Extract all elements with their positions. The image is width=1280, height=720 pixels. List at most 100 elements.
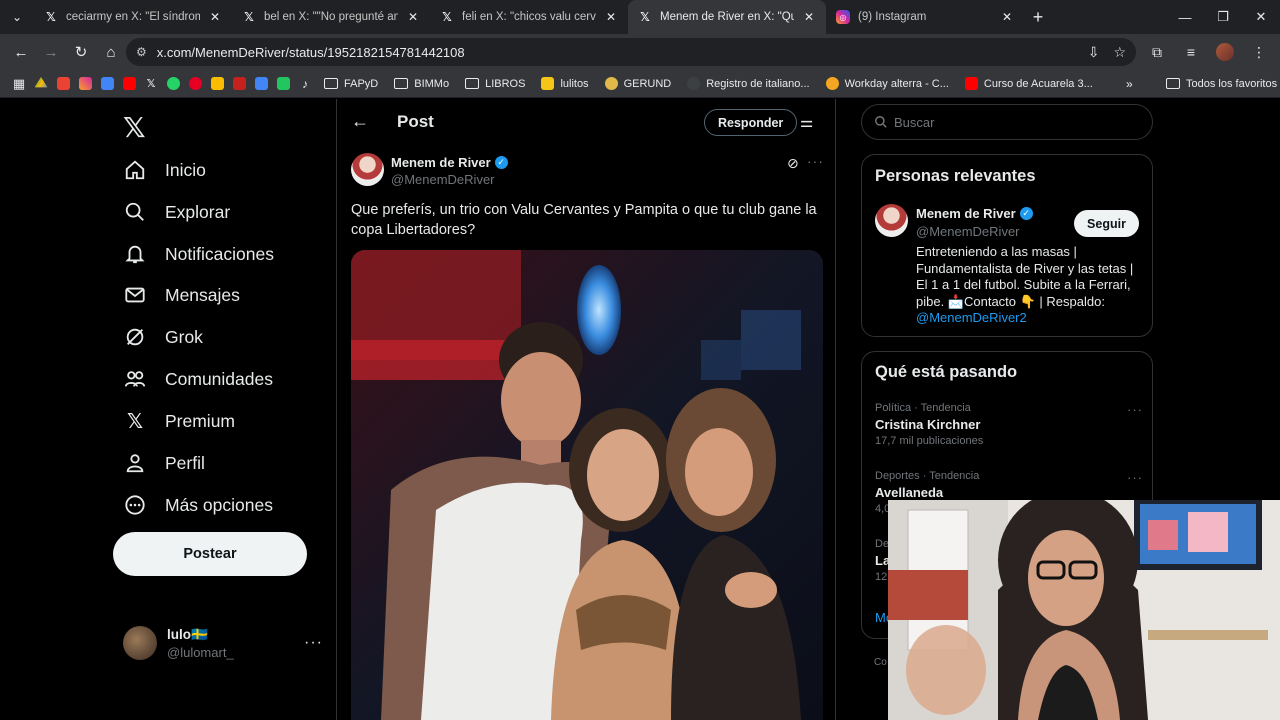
bookmark-folder-fapyd[interactable]: FAPyD — [316, 78, 386, 90]
trend-name: Cristina Kirchner — [875, 417, 981, 432]
back-arrow-icon[interactable]: ← — [351, 111, 369, 132]
sliders-icon[interactable]: ⚌ — [800, 113, 813, 131]
bookmark-label: BIMMo — [414, 77, 450, 90]
account-switcher[interactable]: lulo🇸🇪 @lulomart_ ··· — [123, 621, 323, 665]
nav-item-notificaciones[interactable]: Notificaciones — [123, 234, 274, 274]
post-header: ← Post Responder ⚌ — [337, 99, 835, 147]
all-bookmarks-folder[interactable]: Todos los favoritos — [1166, 78, 1277, 90]
nav-item-comunidades[interactable]: Comunidades — [123, 359, 273, 399]
close-tab-icon[interactable]: ✕ — [406, 10, 420, 24]
whatsapp-bookmark-icon[interactable] — [162, 73, 184, 95]
bookmark-registro[interactable]: Registro de italiano... — [679, 77, 817, 90]
bookmark-label: Curso de Acuarela 3... — [983, 77, 1093, 90]
relevant-avatar[interactable] — [875, 204, 908, 237]
trend-name: Avellaneda — [875, 485, 944, 500]
browser-menu-icon[interactable]: ⋮ — [1244, 38, 1274, 66]
author-handle[interactable]: @MenemDeRiver — [391, 172, 495, 187]
restore-icon[interactable]: ❐ — [1204, 0, 1242, 34]
forward-arrow-icon[interactable]: → — [36, 37, 66, 67]
nav-item-grok[interactable]: Grok — [123, 317, 203, 357]
nav-item-perfil[interactable]: Perfil — [123, 443, 205, 483]
x-logo-icon[interactable]: 𝕏 — [123, 111, 146, 144]
bookmark-lulitos[interactable]: lulitos — [533, 77, 596, 90]
site-info-icon[interactable]: ⚙ — [136, 45, 147, 59]
footer-links[interactable]: Co — [874, 657, 887, 668]
post-button[interactable]: Postear — [113, 532, 307, 576]
browser-tab-active[interactable]: 𝕏 Menem de River en X: "Que pref ✕ — [628, 0, 826, 34]
install-app-icon[interactable]: ⇩ — [1088, 44, 1100, 61]
registro-icon — [687, 77, 701, 90]
relevant-people-card: Personas relevantes Menem de River ✓ @Me… — [861, 154, 1153, 337]
bookmark-star-icon[interactable]: ☆ — [1113, 44, 1126, 61]
tab-search-chevron-icon[interactable]: ⌄ — [0, 0, 34, 34]
tiktok-bookmark-icon[interactable]: ♪ — [294, 73, 316, 95]
nav-item-premium[interactable]: 𝕏 Premium — [123, 401, 235, 441]
reply-button[interactable]: Responder — [704, 109, 798, 136]
browser-tab[interactable]: 𝕏 ceciarmy en X: "El síndrome de ✕ — [34, 0, 232, 34]
pinterest-bookmark-icon[interactable] — [184, 73, 206, 95]
nav-item-explorar[interactable]: Explorar — [123, 192, 230, 232]
home-page-icon[interactable]: ⌂ — [96, 37, 126, 67]
relevant-name[interactable]: Menem de River — [916, 206, 1016, 221]
close-tab-icon[interactable]: ✕ — [802, 10, 816, 24]
bookmark-workday[interactable]: Workday alterra - C... — [818, 77, 957, 90]
browser-tab[interactable]: ◎ (9) Instagram ✕ — [826, 0, 1024, 34]
bookmark-label: FAPyD — [344, 77, 379, 90]
extensions-puzzle-icon[interactable]: ⧉ — [1142, 38, 1172, 66]
author-name-row[interactable]: Menem de River ✓ — [391, 155, 508, 170]
address-bar[interactable]: ⚙ x.com/MenemDeRiver/status/195218215478… — [126, 38, 1136, 66]
search-placeholder: Buscar — [894, 114, 935, 130]
nav-label: Notificaciones — [165, 243, 274, 264]
nav-label: Grok — [165, 326, 203, 347]
close-tab-icon[interactable]: ✕ — [604, 10, 618, 24]
calendar-bookmark-icon[interactable] — [96, 73, 118, 95]
media-control-icon[interactable]: ≡ — [1176, 38, 1206, 66]
trend-item[interactable]: Política · Tendencia Cristina Kirchner 1… — [875, 402, 1143, 447]
new-tab-plus-icon[interactable]: + — [1024, 7, 1052, 28]
back-arrow-icon[interactable]: ← — [6, 37, 36, 67]
bookmark-folder-libros[interactable]: LIBROS — [457, 78, 533, 90]
nav-item-inicio[interactable]: Inicio — [123, 150, 206, 190]
k-bookmark-icon[interactable] — [272, 73, 294, 95]
author-name[interactable]: Menem de River — [391, 155, 491, 170]
relevant-name-row[interactable]: Menem de River ✓ — [916, 206, 1033, 221]
keep-bookmark-icon[interactable] — [206, 73, 228, 95]
browser-tab[interactable]: 𝕏 feli en X: "chicos valu cervantes ✕ — [430, 0, 628, 34]
more-bookmarks-chevron-icon[interactable]: » — [1126, 77, 1133, 91]
reload-icon[interactable]: ↻ — [66, 37, 96, 67]
url-text[interactable]: x.com/MenemDeRiver/status/19521821547814… — [157, 45, 465, 60]
close-window-icon[interactable]: ✕ — [1242, 0, 1280, 34]
drive-bookmark-icon[interactable] — [30, 73, 52, 95]
search-input[interactable]: Buscar — [861, 104, 1153, 140]
author-avatar[interactable] — [351, 153, 384, 186]
instagram-bookmark-icon[interactable] — [74, 73, 96, 95]
translate-bookmark-icon[interactable] — [250, 73, 272, 95]
home-icon — [123, 158, 147, 182]
grok-explain-icon[interactable]: ⊘ — [787, 155, 799, 172]
relevant-handle[interactable]: @MenemDeRiver — [916, 224, 1020, 239]
browser-tab[interactable]: 𝕏 bel en X: ""No pregunté antes d ✕ — [232, 0, 430, 34]
red-bookmark-icon[interactable] — [228, 73, 250, 95]
post-photo[interactable] — [351, 250, 823, 720]
nav-item-mensajes[interactable]: Mensajes — [123, 275, 240, 315]
more-dots-icon[interactable]: ··· — [1127, 470, 1143, 485]
youtube-bookmark-icon[interactable] — [118, 73, 140, 95]
minimize-icon[interactable]: — — [1166, 0, 1204, 34]
lulitos-icon — [541, 77, 555, 90]
bookmark-gerund[interactable]: GERUND — [597, 77, 680, 90]
more-dots-icon[interactable]: ··· — [304, 634, 323, 652]
x-bookmark-icon[interactable]: 𝕏 — [140, 73, 162, 95]
apps-grid-icon[interactable]: ▦ — [8, 73, 30, 95]
bookmark-folder-bimmo[interactable]: BIMMo — [386, 78, 457, 90]
nav-label: Mensajes — [165, 284, 240, 305]
follow-button[interactable]: Seguir — [1074, 210, 1139, 237]
close-tab-icon[interactable]: ✕ — [208, 10, 222, 24]
more-dots-icon[interactable]: ··· — [1127, 402, 1143, 417]
close-tab-icon[interactable]: ✕ — [1000, 10, 1014, 24]
profile-avatar-icon[interactable] — [1210, 38, 1240, 66]
bookmark-acuarela[interactable]: Curso de Acuarela 3... — [957, 77, 1101, 90]
nav-item-mas-opciones[interactable]: Más opciones — [123, 485, 273, 525]
more-dots-icon[interactable]: ··· — [807, 153, 824, 169]
gmail-bookmark-icon[interactable] — [52, 73, 74, 95]
bio-link[interactable]: @MenemDeRiver2 — [916, 310, 1027, 325]
